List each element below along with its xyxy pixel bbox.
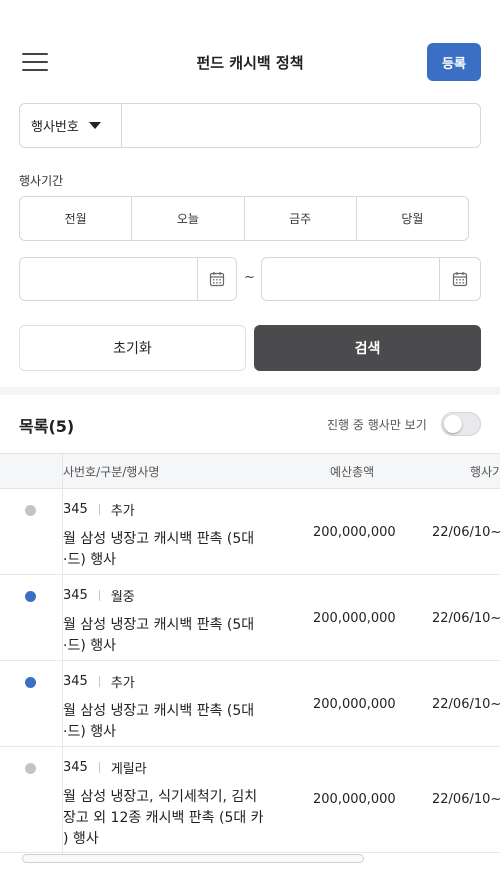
event-budget: 200,000,000 [313,525,396,540]
event-type: 추가 [110,676,135,691]
period-tabs: 전월 오늘 금주 당월 [19,196,469,241]
status-dot [25,677,36,688]
register-button[interactable]: 등록 [427,43,481,81]
search-input[interactable] [122,104,480,147]
event-info-cell: 345 추가 월 삼성 냉장고 캐시백 판촉 (5대 ·드) 행사 [63,500,273,571]
status-dot [25,763,36,774]
start-date-input[interactable] [20,258,197,300]
event-period: 22/06/10~2 [432,697,500,712]
event-period: 22/06/10~2 [432,611,500,626]
search-type-select[interactable]: 행사번호 [20,104,122,147]
event-type: 추가 [110,504,135,519]
event-period: 22/06/10~2 [432,792,500,807]
table-header: 사번호/구분/행사명 예산총액 행사기 [0,454,500,489]
search-type-value: 행사번호 [31,120,79,135]
event-period: 22/06/10~2 [432,525,500,540]
ongoing-toggle-label: 진행 중 행사만 보기 [327,418,427,432]
end-calendar-button[interactable] [439,258,480,300]
table-row[interactable]: 345 추가 월 삼성 냉장고 캐시백 판촉 (5대 ·드) 행사 200,000,… [0,661,500,747]
event-type: 월중 [110,590,135,605]
event-budget: 200,000,000 [313,697,396,712]
end-date-field [261,257,481,301]
period-tab-this-week[interactable]: 금주 [245,197,357,240]
period-tab-today[interactable]: 오늘 [132,197,245,240]
section-divider [0,387,500,395]
period-tab-this-month[interactable]: 당월 [357,197,468,240]
search-button[interactable]: 검색 [254,325,481,371]
event-info-cell: 345 추가 월 삼성 냉장고 캐시백 판촉 (5대 ·드) 행사 [63,672,273,743]
event-budget: 200,000,000 [313,611,396,626]
caret-down-icon [88,122,101,129]
frozen-column-divider [62,454,63,857]
table-row[interactable]: 345 월중 월 삼성 냉장고 캐시백 판촉 (5대 ·드) 행사 200,000,… [0,575,500,661]
app-header: 펀드 캐시백 정책 등록 [0,0,500,120]
event-info-cell: 345 게릴라 월 삼성 냉장고, 식기세척기, 김치 장고 외 12종 캐시백 판… [63,758,273,850]
calendar-icon [452,272,468,287]
column-header-budget[interactable]: 예산총액 [330,463,374,480]
end-date-input[interactable] [262,258,439,300]
horizontal-scrollbar[interactable] [22,854,364,863]
event-table: 사번호/구분/행사명 예산총액 행사기 345 추가 월 삼성 냉장고 캐시백 판… [0,453,500,857]
reset-button[interactable]: 초기화 [19,325,246,371]
column-header-period[interactable]: 행사기 [470,463,500,480]
start-date-field [19,257,237,301]
event-type: 게릴라 [110,762,147,777]
event-info-cell: 345 월중 월 삼성 냉장고 캐시백 판촉 (5대 ·드) 행사 [63,586,273,657]
list-title: 목록(5) [19,417,75,436]
status-dot [25,505,36,516]
event-id: 345 [63,674,88,689]
table-row[interactable]: 345 게릴라 월 삼성 냉장고, 식기세척기, 김치 장고 외 12종 캐시백 판… [0,747,500,853]
period-tab-last-month[interactable]: 전월 [20,197,133,240]
column-header-id-type-name[interactable]: 사번호/구분/행사명 [63,463,159,480]
period-label: 행사기간 [19,174,64,188]
table-row[interactable]: 345 추가 월 삼성 냉장고 캐시백 판촉 (5대 ·드) 행사 200,000,… [0,489,500,575]
search-box: 행사번호 [19,103,481,148]
event-budget: 200,000,000 [313,792,396,807]
date-range-separator: ~ [244,270,255,285]
start-calendar-button[interactable] [197,258,236,300]
event-id: 345 [63,502,88,517]
event-name: 월 삼성 냉장고 캐시백 판촉 (5대 ·드) 행사 [63,617,255,654]
event-name: 월 삼성 냉장고 캐시백 판촉 (5대 ·드) 행사 [63,531,255,568]
toggle-knob [444,415,462,433]
page-title: 펀드 캐시백 정책 [196,54,304,72]
event-id: 345 [63,588,88,603]
calendar-icon [209,272,225,287]
event-id: 345 [63,760,88,775]
event-name: 월 삼성 냉장고 캐시백 판촉 (5대 ·드) 행사 [63,703,255,740]
event-name: 월 삼성 냉장고, 식기세척기, 김치 장고 외 12종 캐시백 판촉 (5대 카… [63,789,264,847]
status-dot [25,591,36,602]
ongoing-only-toggle[interactable] [441,412,481,436]
